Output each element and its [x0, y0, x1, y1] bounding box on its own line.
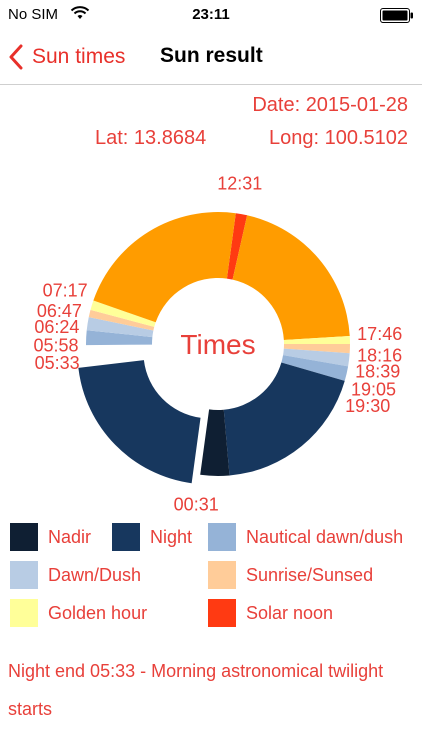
time-label: 17:46: [357, 324, 402, 344]
chart-center-label: Times: [180, 329, 255, 360]
status-bar: No SIM 23:11: [0, 0, 422, 30]
legend-item-nadir: Nadir: [10, 522, 91, 552]
legend-swatch: [10, 561, 38, 589]
legend-label: Nadir: [48, 526, 92, 547]
legend-label: Night: [150, 526, 193, 547]
back-label: Sun times: [32, 45, 126, 68]
legend-item-dawn: Dawn/Dush: [10, 560, 141, 590]
legend-swatch: [10, 599, 38, 627]
legend-item-solar-noon: Solar noon: [208, 598, 333, 628]
clock: 23:11: [192, 6, 230, 23]
time-label: 19:30: [345, 396, 390, 416]
donut-slice-golden-hour: [232, 215, 350, 340]
legend-swatch: [208, 523, 236, 551]
legend-label: Nautical dawn/dush: [246, 526, 404, 547]
time-label: 06:47: [37, 301, 82, 321]
donut-slice-golden-hour: [93, 212, 236, 323]
legend-swatch: [112, 523, 140, 551]
page-title: Sun result: [160, 44, 263, 67]
legend-item-night: Night: [112, 522, 192, 552]
donut-slice-night: [223, 362, 345, 476]
legend-swatch: [10, 523, 38, 551]
legend-label: Golden hour: [48, 602, 148, 623]
event-description: Night end 05:33 - Morning astronomical t…: [8, 661, 384, 719]
legend-item-golden-hour: Golden hour: [10, 598, 147, 628]
date-label: Date: 2015-01-28: [252, 94, 408, 116]
latitude-label: Lat: 13.8684: [95, 127, 207, 149]
time-label: 07:17: [43, 281, 88, 301]
legend-label: Sunrise/Sunsed: [246, 564, 374, 585]
time-label: 00:31: [174, 495, 219, 514]
legend-label: Solar noon: [246, 602, 334, 623]
time-label: 12:31: [217, 174, 262, 194]
donut-slice-night: [78, 360, 201, 484]
nav-bar: Sun times Sun result: [0, 30, 422, 85]
legend-item-nautical: Nautical dawn/dush: [208, 522, 403, 552]
time-label: 05:58: [33, 335, 78, 355]
longitude-label: Long: 100.5102: [268, 127, 408, 149]
legend-item-sunrise: Sunrise/Sunsed: [208, 560, 373, 590]
time-label: 05:33: [35, 353, 80, 373]
sun-times-donut-chart: Times 12:3117:4618:1618:3919:0519:3000:3…: [33, 174, 402, 514]
chevron-left-icon: [9, 44, 23, 70]
battery-icon: [380, 8, 413, 23]
legend-label: Dawn/Dush: [48, 564, 142, 585]
legend-swatch: [208, 561, 236, 589]
legend-swatch: [208, 599, 236, 627]
back-button[interactable]: Sun times: [8, 40, 125, 74]
